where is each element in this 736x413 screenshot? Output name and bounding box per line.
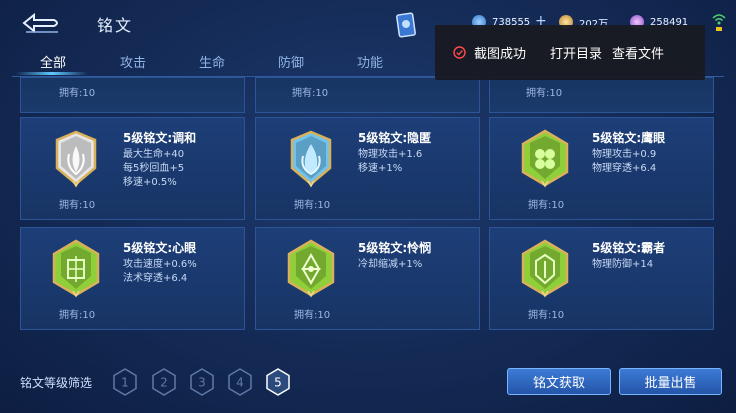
owned-count: 拥有:10 <box>294 310 331 321</box>
tab-defense[interactable]: 防御 <box>278 52 304 71</box>
level-number: 1 <box>121 376 129 390</box>
back-arrow-icon[interactable] <box>20 10 62 36</box>
screenshot-toast: 截图成功 打开目录 查看文件 <box>435 25 705 80</box>
rune-stat-line: 物理防御+14 <box>592 259 654 270</box>
active-tab-indicator <box>16 72 88 75</box>
rune-stat-line: 攻击速度+0.6% <box>123 259 197 270</box>
view-file-link[interactable]: 查看文件 <box>612 43 664 62</box>
rune-name: 5级铭文:隐匿 <box>358 131 432 145</box>
owned-count: 拥有:10 <box>528 200 565 211</box>
tab-attack[interactable]: 攻击 <box>120 52 146 71</box>
rune-stat-line: 法术穿透+6.4 <box>123 273 188 284</box>
rune-card[interactable]: 5级铭文:霸者 物理防御+14 拥有:10 <box>489 227 714 330</box>
rune-stat-line: 物理攻击+0.9 <box>592 149 657 160</box>
level-number: 5 <box>274 376 282 390</box>
tab-all[interactable]: 全部 <box>40 52 66 71</box>
rune-stats: 最大生命+40 每5秒回血+5 移速+0.5% <box>123 148 184 190</box>
owned-count: 拥有:10 <box>292 88 329 99</box>
rune-stat-line: 每5秒回血+5 <box>123 163 185 174</box>
rune-emblem-icon <box>55 130 97 188</box>
owned-count: 拥有:10 <box>526 88 563 99</box>
owned-count: 拥有:10 <box>59 200 96 211</box>
rune-name: 5级铭文:怜悯 <box>358 241 432 255</box>
level-number: 3 <box>198 376 206 390</box>
rune-card[interactable]: 5级铭文:隐匿 物理攻击+1.6 移速+1% 拥有:10 <box>255 117 480 220</box>
tab-health[interactable]: 生命 <box>199 52 225 71</box>
rune-emblem-icon <box>521 239 569 298</box>
rune-name: 5级铭文:心眼 <box>123 241 197 255</box>
rune-emblem-icon <box>52 239 100 298</box>
level-filter-5[interactable]: 5 <box>265 368 291 396</box>
rune-stat-line: 移速+0.5% <box>123 177 177 188</box>
page-title: 铭文 <box>97 16 134 35</box>
rune-name: 5级铭文:霸者 <box>592 241 666 255</box>
rune-name: 5级铭文:调和 <box>123 131 197 145</box>
owned-count: 拥有:10 <box>59 310 96 321</box>
get-rune-button[interactable]: 铭文获取 <box>507 368 611 395</box>
open-folder-link[interactable]: 打开目录 <box>550 43 602 62</box>
rune-card[interactable]: 5级铭文:鹰眼 物理攻击+0.9 物理穿透+6.4 拥有:10 <box>489 117 714 220</box>
rune-stats: 物理攻击+0.9 物理穿透+6.4 <box>592 148 656 176</box>
owned-count: 拥有:10 <box>528 310 565 321</box>
rune-stats: 攻击速度+0.6% 法术穿透+6.4 <box>123 258 197 286</box>
rune-card[interactable]: 5级铭文:调和 最大生命+40 每5秒回血+5 移速+0.5% 拥有:10 <box>20 117 245 220</box>
tab-function[interactable]: 功能 <box>357 52 383 71</box>
rune-stat-line: 冷却缩减+1% <box>358 259 423 270</box>
wifi-icon <box>712 14 726 31</box>
rune-stat-line: 物理攻击+1.6 <box>358 149 423 160</box>
rune-emblem-icon <box>521 129 569 188</box>
rune-emblem-icon <box>287 239 335 298</box>
rune-card-partial[interactable]: 拥有:10 <box>489 77 714 113</box>
rune-stat-line: 物理穿透+6.4 <box>592 163 657 174</box>
rune-stats: 物理防御+14 <box>592 258 653 272</box>
rune-card-partial[interactable]: 拥有:10 <box>255 77 480 113</box>
level-filter-label: 铭文等级筛选 <box>20 376 93 390</box>
bulk-sell-button[interactable]: 批量出售 <box>619 368 722 395</box>
rune-stats: 物理攻击+1.6 移速+1% <box>358 148 422 176</box>
rune-card[interactable]: 5级铭文:心眼 攻击速度+0.6% 法术穿透+6.4 拥有:10 <box>20 227 245 330</box>
level-number: 2 <box>160 376 168 390</box>
owned-count: 拥有:10 <box>59 88 96 99</box>
rune-stats: 冷却缩减+1% <box>358 258 422 272</box>
check-circle-icon <box>453 46 466 59</box>
rune-emblem-icon <box>290 130 332 188</box>
level-filter-2[interactable]: 2 <box>151 368 177 396</box>
rune-card-icon[interactable] <box>396 12 416 38</box>
toast-message: 截图成功 <box>474 47 527 62</box>
rune-card[interactable]: 5级铭文:怜悯 冷却缩减+1% 拥有:10 <box>255 227 480 330</box>
level-number: 4 <box>236 376 244 390</box>
owned-count: 拥有:10 <box>294 200 331 211</box>
level-filter-4[interactable]: 4 <box>227 368 253 396</box>
rune-card-partial[interactable]: 拥有:10 <box>20 77 245 113</box>
level-filter-1[interactable]: 1 <box>112 368 138 396</box>
rune-stat-line: 最大生命+40 <box>123 149 185 160</box>
rune-stat-line: 移速+1% <box>358 163 403 174</box>
rune-name: 5级铭文:鹰眼 <box>592 131 666 145</box>
level-filter-3[interactable]: 3 <box>189 368 215 396</box>
